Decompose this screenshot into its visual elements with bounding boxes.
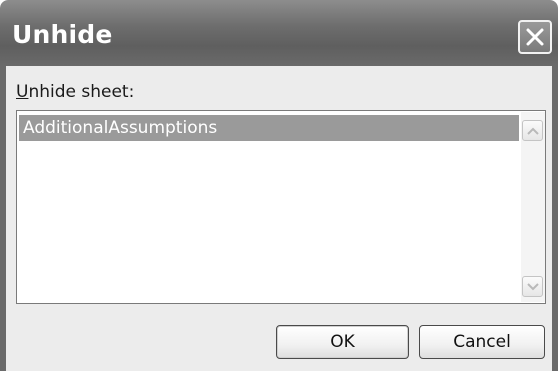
list-item-additional-assumptions[interactable]: AdditionalAssumptions	[19, 115, 519, 141]
title-bar[interactable]: Unhide	[0, 0, 558, 66]
scroll-down-button[interactable]	[522, 276, 543, 297]
sheet-listbox[interactable]: AdditionalAssumptions	[16, 110, 546, 304]
label-mnemonic: U	[16, 82, 29, 102]
label-text: nhide sheet:	[28, 82, 135, 102]
unhide-dialog: Unhide Unhide sheet: AdditionalAssumptio…	[0, 0, 558, 371]
ok-button[interactable]: OK	[276, 325, 409, 359]
scroll-up-button[interactable]	[522, 120, 543, 141]
unhide-sheet-label: Unhide sheet:	[16, 82, 134, 102]
vertical-scrollbar[interactable]	[521, 112, 545, 302]
close-icon	[526, 28, 544, 46]
cancel-button[interactable]: Cancel	[419, 325, 545, 359]
window-frame-right	[552, 66, 558, 371]
chevron-up-icon	[527, 127, 539, 135]
close-button[interactable]	[518, 20, 552, 54]
dialog-title: Unhide	[12, 20, 113, 49]
chevron-down-icon	[527, 283, 539, 291]
